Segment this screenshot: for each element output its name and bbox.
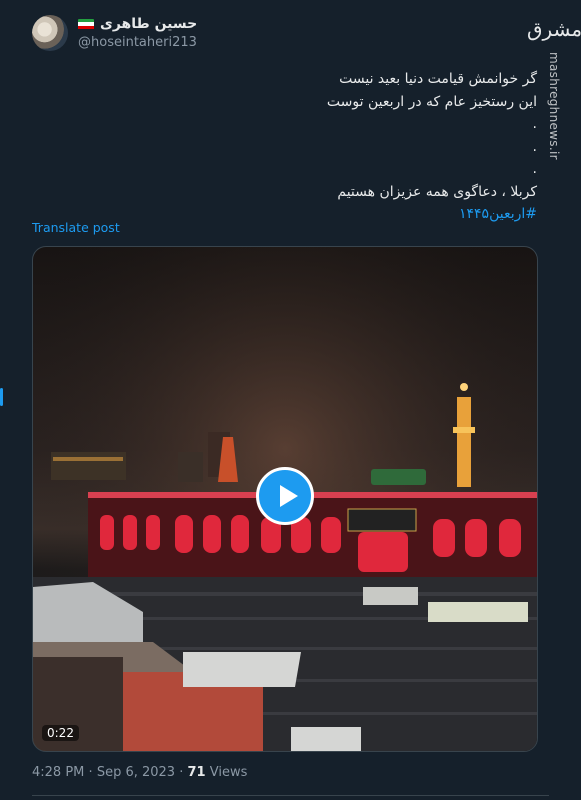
tweet-date[interactable]: Sep 6, 2023: [97, 765, 175, 780]
author-display-name[interactable]: حسین طاهری: [100, 16, 197, 32]
avatar[interactable]: [32, 15, 68, 51]
tweet-time[interactable]: 4:28 PM: [32, 765, 84, 780]
play-button[interactable]: [256, 467, 314, 525]
tweet-text-line: .: [532, 161, 537, 177]
watermark-url: mashreghnews.ir: [547, 52, 561, 160]
tweet-text-line: .: [532, 116, 537, 132]
tweet-meta: 4:28 PM · Sep 6, 2023 · 71 Views: [32, 765, 247, 780]
left-edge-indicator: [0, 388, 3, 406]
translate-post-link[interactable]: Translate post: [32, 220, 120, 235]
author-names: حسین طاهری @hoseintaheri213: [78, 16, 197, 50]
divider: [32, 795, 549, 796]
tweet-text-line: .: [532, 138, 537, 155]
hashtag-link[interactable]: #اربعین۱۴۴۵: [77, 203, 537, 226]
tweet-text-line: کربلا ، دعاگوی همه عزیزان هستیم: [337, 183, 537, 200]
meta-separator: ·: [88, 765, 93, 780]
video-player[interactable]: 0:22: [32, 246, 538, 752]
tweet-text-line: این رستخیز عام که در اربعین توست: [326, 93, 537, 110]
iran-flag-icon: [78, 18, 94, 30]
tweet-text: گر خوانمش قیامت دنیا بعید نیست این رستخی…: [77, 68, 537, 226]
meta-separator: ·: [179, 765, 184, 780]
views-label: Views: [209, 765, 248, 780]
views-count: 71: [187, 765, 206, 780]
play-icon: [280, 485, 298, 507]
watermark-logo: مشرق: [527, 17, 581, 41]
tweet-text-line: گر خوانمش قیامت دنیا بعید نیست: [339, 71, 537, 87]
video-duration: 0:22: [42, 725, 79, 741]
name-row: حسین طاهری: [78, 16, 197, 32]
tweet-header: حسین طاهری @hoseintaheri213: [32, 15, 197, 51]
author-handle[interactable]: @hoseintaheri213: [78, 35, 197, 50]
